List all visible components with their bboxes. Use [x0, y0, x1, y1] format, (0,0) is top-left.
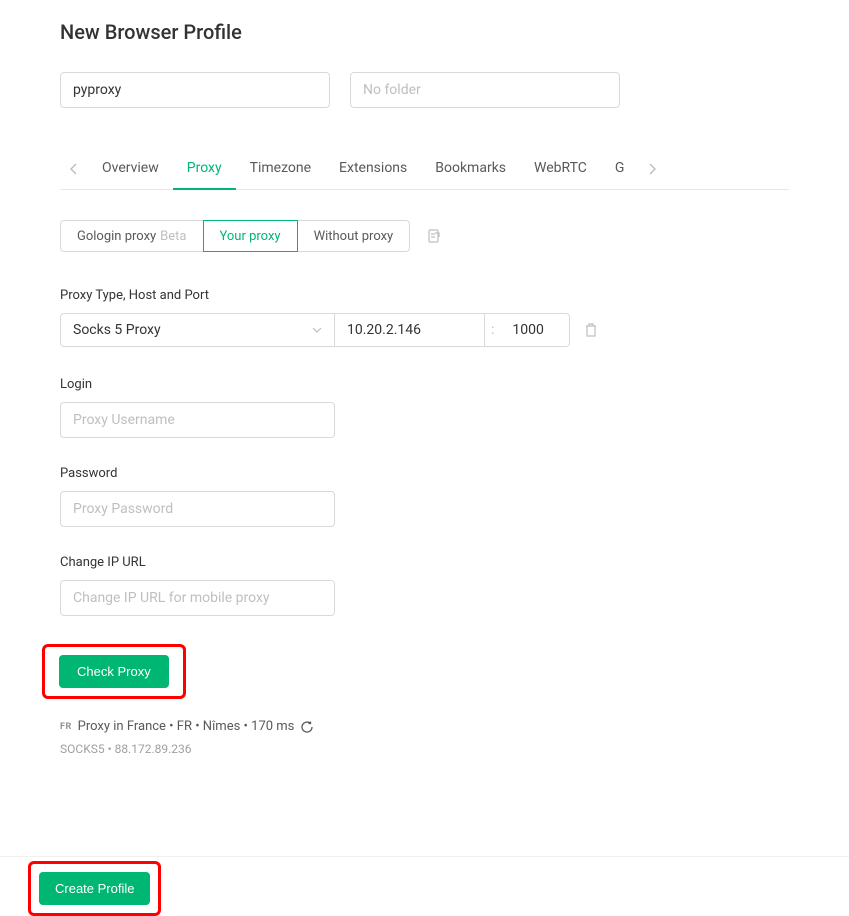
tab-webrtc[interactable]: WebRTC: [520, 148, 601, 190]
proxy-mode-group: Gologin proxy Beta Your proxy Without pr…: [60, 220, 789, 252]
proxy-type-label: Proxy Type, Host and Port: [60, 288, 789, 303]
folder-input[interactable]: [350, 72, 620, 108]
proxy-type-value: Socks 5 Proxy: [73, 322, 161, 338]
country-flag-icon: FR: [60, 722, 72, 732]
password-field-group: Password: [60, 466, 789, 527]
proxy-mode-gologin-label: Gologin proxy: [77, 229, 156, 244]
proxy-detail-text: SOCKS5 • 88.172.89.236: [60, 742, 789, 756]
top-input-row: [60, 72, 789, 108]
login-input[interactable]: [60, 402, 335, 438]
check-proxy-highlight: Check Proxy: [42, 644, 186, 699]
proxy-type-row: Socks 5 Proxy :: [60, 313, 789, 347]
login-field-group: Login: [60, 377, 789, 438]
tab-extensions[interactable]: Extensions: [325, 148, 421, 190]
trash-icon[interactable]: [584, 322, 598, 338]
bottom-bar: Create Profile: [0, 856, 849, 916]
proxy-result-row: FR Proxy in France • FR • Nîmes • 170 ms: [60, 719, 789, 734]
proxy-mode-your-proxy[interactable]: Your proxy: [203, 220, 298, 252]
tab-proxy[interactable]: Proxy: [173, 148, 236, 190]
create-profile-button[interactable]: Create Profile: [39, 872, 150, 905]
check-proxy-button[interactable]: Check Proxy: [59, 655, 169, 688]
login-label: Login: [60, 377, 789, 392]
tab-bookmarks[interactable]: Bookmarks: [421, 148, 520, 190]
tab-scroll-right-icon[interactable]: [638, 163, 666, 175]
port-separator: :: [485, 313, 500, 347]
profile-name-input[interactable]: [60, 72, 330, 108]
proxy-mode-beta-label: Beta: [160, 229, 186, 244]
tabs-container: Overview Proxy Timezone Extensions Bookm…: [60, 148, 789, 190]
password-input[interactable]: [60, 491, 335, 527]
proxy-host-input[interactable]: [335, 313, 485, 347]
page-title: New Browser Profile: [60, 20, 789, 44]
proxy-type-select[interactable]: Socks 5 Proxy: [60, 313, 335, 347]
create-profile-highlight: Create Profile: [28, 861, 161, 916]
proxy-mode-without-proxy[interactable]: Without proxy: [297, 220, 411, 252]
tab-overview[interactable]: Overview: [88, 148, 173, 190]
change-ip-input[interactable]: [60, 580, 335, 616]
chevron-down-icon: [312, 327, 322, 333]
refresh-icon[interactable]: [300, 720, 314, 734]
proxy-port-input[interactable]: [500, 313, 570, 347]
tab-timezone[interactable]: Timezone: [236, 148, 325, 190]
paste-icon[interactable]: [426, 228, 442, 244]
proxy-status-text: Proxy in France • FR • Nîmes • 170 ms: [78, 719, 295, 734]
password-label: Password: [60, 466, 789, 481]
change-ip-field-group: Change IP URL: [60, 555, 789, 616]
change-ip-label: Change IP URL: [60, 555, 789, 570]
tab-scroll-left-icon[interactable]: [60, 163, 88, 175]
tab-geolocation[interactable]: G: [601, 148, 639, 190]
proxy-type-field-group: Proxy Type, Host and Port Socks 5 Proxy …: [60, 288, 789, 347]
proxy-mode-gologin[interactable]: Gologin proxy Beta: [60, 220, 204, 252]
